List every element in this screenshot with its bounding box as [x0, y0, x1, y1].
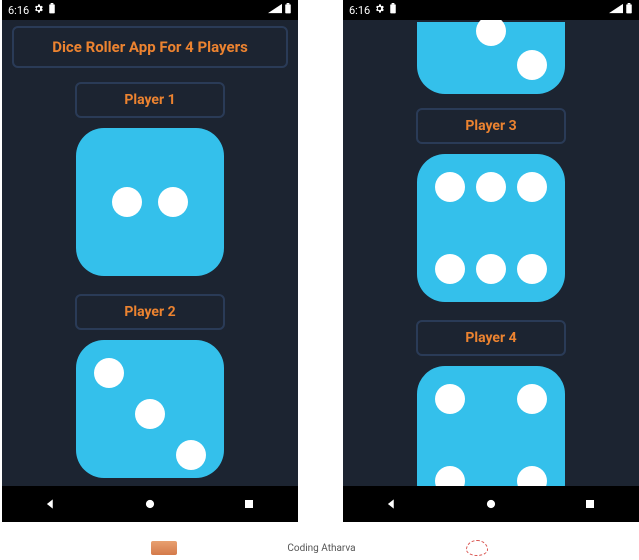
battery-full-icon	[284, 3, 292, 17]
nav-back-button[interactable]	[43, 496, 59, 512]
status-bar: 6:16	[2, 0, 298, 20]
nav-recent-button[interactable]	[582, 496, 598, 512]
partial-die-top[interactable]	[417, 26, 565, 94]
phone-screenshot-left: 6:16 Dice Roller App For 4 Players Playe…	[2, 0, 298, 522]
app-content: Dice Roller App For 4 Players Player 1 P…	[2, 20, 298, 486]
player-2-button[interactable]: Player 2	[75, 294, 225, 330]
page-footer: Coding Atharva	[0, 536, 639, 560]
status-time: 6:16	[349, 4, 370, 17]
battery-icon	[48, 3, 56, 17]
status-bar: 6:16	[343, 0, 639, 20]
player-4-die[interactable]	[417, 366, 565, 486]
nav-recent-button[interactable]	[241, 496, 257, 512]
android-nav-bar	[2, 486, 298, 522]
player-1-die[interactable]	[76, 128, 224, 276]
nav-back-button[interactable]	[384, 496, 400, 512]
signal-icon	[609, 3, 623, 17]
logo-icon	[151, 541, 177, 555]
battery-icon	[389, 3, 397, 17]
player-2-die[interactable]	[76, 340, 224, 478]
app-title: Dice Roller App For 4 Players	[12, 26, 288, 68]
app-content: Player 3 Player 4	[343, 20, 639, 486]
phone-screenshot-right: 6:16 Player 3	[343, 0, 639, 522]
player-4-button[interactable]: Player 4	[416, 320, 566, 356]
footer-caption: Coding Atharva	[287, 543, 355, 554]
player-1-button[interactable]: Player 1	[75, 82, 225, 118]
player-3-die[interactable]	[417, 154, 565, 302]
gear-icon	[33, 3, 44, 17]
nav-home-button[interactable]	[483, 496, 499, 512]
android-nav-bar	[343, 486, 639, 522]
nav-home-button[interactable]	[142, 496, 158, 512]
signal-icon	[268, 3, 282, 17]
brace-logo-icon	[466, 540, 488, 556]
battery-full-icon	[625, 3, 633, 17]
player-3-button[interactable]: Player 3	[416, 108, 566, 144]
gear-icon	[374, 3, 385, 17]
status-time: 6:16	[8, 4, 29, 17]
